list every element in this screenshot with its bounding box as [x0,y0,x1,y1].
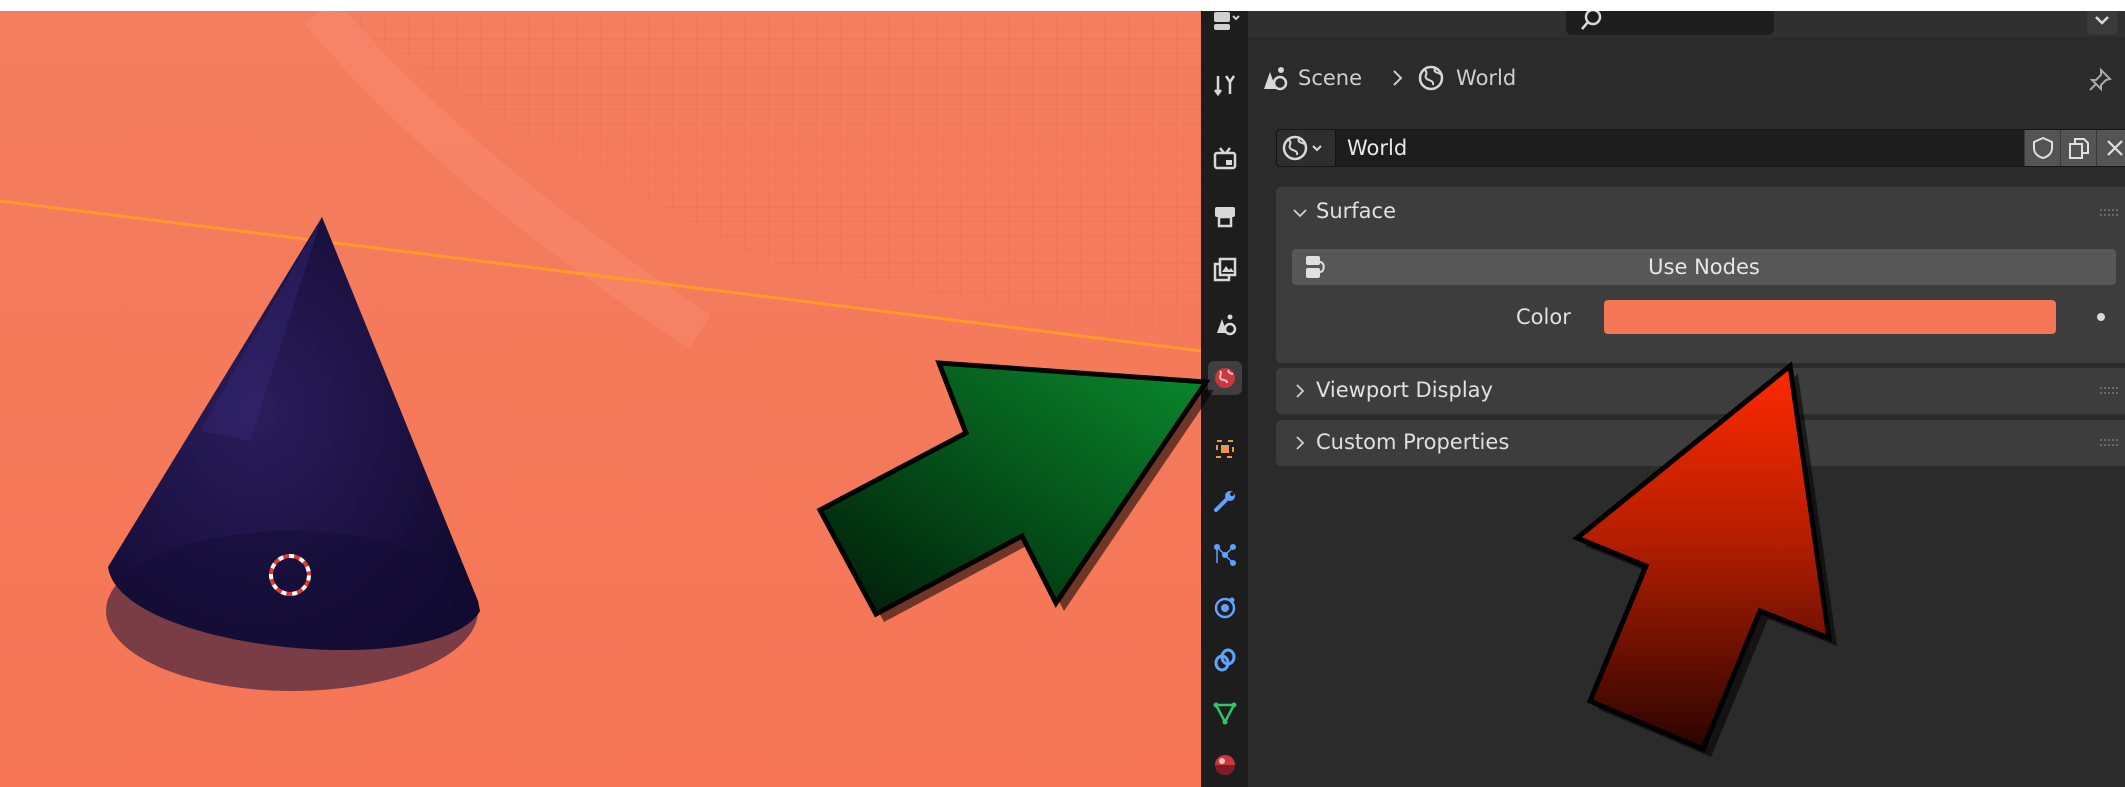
use-nodes-label: Use Nodes [1648,255,1760,279]
viewport-display-panel[interactable]: Viewport Display [1276,368,2125,414]
surface-panel-header[interactable]: Surface [1276,187,2125,237]
constraints-tab-icon [1214,648,1236,672]
options-dropdown[interactable] [2087,11,2117,35]
keyframe-dot-icon[interactable] [2097,313,2105,321]
particles-tab-icon [1214,544,1236,566]
world-tab[interactable] [1208,361,1242,395]
material-tab-icon [1215,755,1235,775]
chevron-right-icon [1393,70,1403,86]
editor-type-icon [1214,12,1240,30]
editor-type-menu[interactable] [1208,11,1242,37]
browse-world-button[interactable] [1277,130,1336,166]
tool-tab[interactable] [1208,68,1242,102]
object-tab[interactable] [1208,432,1242,466]
surface-panel-title: Surface [1316,199,1397,223]
object-data-tab[interactable] [1208,696,1242,730]
color-label: Color [1516,305,1571,329]
pin-icon[interactable] [2087,67,2113,93]
chevron-right-icon [1296,384,1305,398]
custom-properties-title: Custom Properties [1316,430,1510,454]
breadcrumb-world[interactable]: World [1456,66,1516,90]
output-tab-icon [1215,207,1235,228]
scene-tab[interactable] [1208,307,1242,341]
properties-content: Scene World World Surface Use Nodes Colo… [1248,11,2125,787]
chevron-down-icon [1293,209,1307,218]
custom-properties-panel[interactable]: Custom Properties [1276,420,2125,466]
render-tab[interactable] [1208,141,1242,175]
tool-tab-icon [1214,75,1236,97]
scene-icon [1264,67,1288,91]
mesh-data-icon [1213,702,1237,725]
chevron-down-icon [2095,16,2109,25]
world-icon [1418,65,1444,91]
object-tab-icon [1216,440,1234,458]
fake-user-button[interactable] [2024,130,2061,166]
drag-handle-icon[interactable] [2100,209,2118,217]
modifiers-tab[interactable] [1208,484,1242,518]
3d-viewport[interactable] [0,11,1201,787]
world-name-field[interactable]: World [1347,136,1407,160]
breadcrumb: Scene World [1248,61,2125,95]
properties-header [1248,11,2125,37]
constraints-tab[interactable] [1208,643,1242,677]
use-nodes-button[interactable]: Use Nodes [1292,249,2116,285]
search-icon [1581,11,1602,30]
physics-tab[interactable] [1208,590,1242,624]
search-field[interactable] [1566,11,1774,35]
render-tab-icon [1213,147,1237,170]
particles-tab[interactable] [1208,538,1242,572]
duplicate-icon [2069,138,2089,159]
properties-tab-bar [1201,11,1248,787]
close-icon [2107,140,2123,156]
shield-icon [2033,136,2053,160]
unlink-world-button[interactable] [2096,130,2125,166]
world-browse-icon [1282,135,1322,161]
view-layer-tab[interactable] [1208,253,1242,287]
surface-panel: Surface Use Nodes Color [1276,187,2125,363]
output-tab[interactable] [1208,199,1242,233]
material-tab[interactable] [1208,748,1242,782]
physics-tab-icon [1214,597,1236,619]
world-color-swatch[interactable] [1604,300,2056,334]
world-tab-icon [1215,368,1235,388]
breadcrumb-scene[interactable]: Scene [1298,66,1362,90]
properties-editor: Scene World World Surface Use Nodes Colo… [1201,11,2125,787]
scene-tab-icon [1217,314,1237,336]
view-layer-tab-icon [1213,257,1237,282]
world-datablock-selector: World [1276,129,2125,167]
wrench-icon [1214,491,1235,512]
new-world-button[interactable] [2060,130,2097,166]
chevron-right-icon [1296,436,1305,450]
drag-handle-icon[interactable] [2100,387,2118,395]
viewport-display-title: Viewport Display [1316,378,1493,402]
drag-handle-icon[interactable] [2100,439,2118,447]
